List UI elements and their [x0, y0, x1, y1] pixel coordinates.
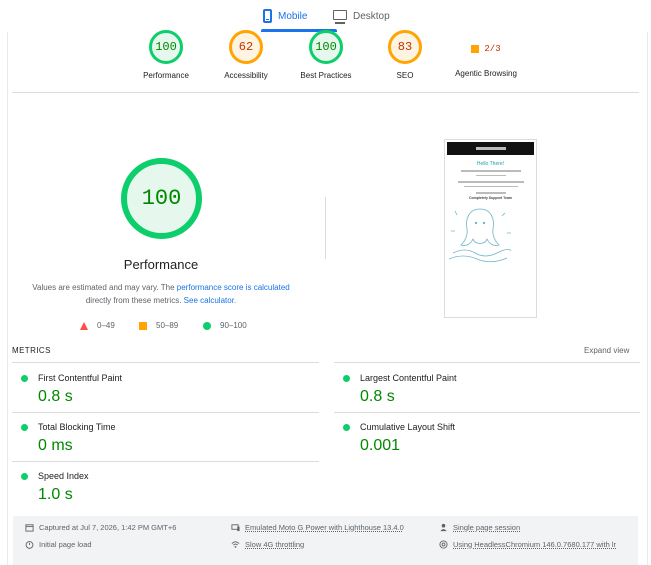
- metric-name: Cumulative Layout Shift: [360, 422, 456, 432]
- performance-description: Values are estimated and may vary. The p…: [28, 281, 294, 307]
- metric-value: 0.001: [360, 437, 401, 454]
- person-icon: [440, 523, 447, 532]
- metric-divider: [12, 362, 319, 363]
- good-circle-icon: [203, 321, 211, 330]
- agentic-score: 2/3: [484, 44, 501, 54]
- emulated-device[interactable]: Emulated Moto G Power with Lighthouse 13…: [231, 523, 404, 532]
- legend-good: 90–100: [203, 321, 247, 330]
- average-square-icon: [471, 45, 480, 53]
- category-agentic-browsing[interactable]: 2/3 Agentic Browsing: [436, 30, 536, 78]
- initial-page-load: Initial page load: [25, 540, 92, 549]
- browser-text: Using HeadlessChromium 146.0.7680.177 wi…: [453, 540, 617, 549]
- desc-middle: directly from these metrics.: [85, 296, 182, 305]
- thumbnail-text-line: [457, 181, 524, 183]
- legend-good-label: 90–100: [220, 321, 247, 330]
- metric-divider: [334, 362, 640, 363]
- device-tabbar: Mobile Desktop: [0, 0, 651, 32]
- desc-prefix: Values are estimated and may vary. The: [32, 283, 175, 292]
- thumbnail-text-line: [475, 174, 506, 176]
- best-practices-gauge: 100: [309, 30, 343, 64]
- thumbnail-logo: [475, 147, 506, 150]
- session-type[interactable]: Single page session: [439, 523, 520, 532]
- good-circle-icon: [21, 424, 28, 431]
- devices-icon: [231, 524, 240, 532]
- metric-name: Speed Index: [38, 471, 89, 481]
- session-text: Single page session: [453, 523, 521, 532]
- tab-mobile[interactable]: Mobile: [261, 0, 337, 32]
- throttling-text: Slow 4G throttling: [245, 540, 305, 549]
- divider: [12, 92, 639, 93]
- page-screenshot-thumbnail[interactable]: Hello There! Completely Support Team: [444, 139, 537, 318]
- calendar-icon: [25, 524, 34, 532]
- vertical-divider: [325, 197, 326, 259]
- seo-gauge: 83: [388, 30, 422, 64]
- phone-icon: [263, 9, 272, 23]
- thumbnail-text-line: [460, 170, 521, 172]
- frame-border-left: [7, 32, 8, 565]
- accessibility-gauge: 62: [229, 30, 263, 64]
- initial-load-text: Initial page load: [39, 540, 92, 549]
- good-circle-icon: [343, 424, 350, 431]
- see-calculator-link[interactable]: See calculator.: [184, 296, 236, 305]
- metric-name: Largest Contentful Paint: [360, 373, 457, 383]
- performance-score-link[interactable]: performance score is calculated: [177, 283, 290, 292]
- desktop-icon: [333, 10, 347, 24]
- agentic-browsing-badge: 2/3: [462, 37, 510, 61]
- metric-value: 0.8 s: [360, 388, 395, 405]
- metric-divider: [334, 412, 640, 413]
- legend-average: 50–89: [139, 321, 178, 330]
- wifi-icon: [231, 541, 240, 548]
- expand-view-toggle[interactable]: Expand view: [584, 346, 629, 355]
- frame-border-right: [647, 32, 648, 565]
- legend-poor-label: 0–49: [97, 321, 115, 330]
- browser-version[interactable]: Using HeadlessChromium 146.0.7680.177 wi…: [439, 540, 616, 549]
- average-square-icon: [139, 321, 147, 330]
- timer-icon: [25, 541, 34, 549]
- captured-at: Captured at Jul 7, 2026, 1:42 PM GMT+6: [25, 523, 176, 532]
- thumbnail-text-line: [475, 192, 506, 194]
- tab-desktop[interactable]: Desktop: [333, 0, 403, 32]
- legend-average-label: 50–89: [156, 321, 179, 330]
- metrics-section-label: METRICS: [12, 346, 51, 355]
- run-info-footer: Captured at Jul 7, 2026, 1:42 PM GMT+6 I…: [13, 516, 638, 565]
- ghost-illustration-icon: [448, 208, 512, 262]
- performance-score-gauge: 100: [121, 158, 202, 239]
- good-circle-icon: [21, 473, 28, 480]
- metric-name: Total Blocking Time: [38, 422, 116, 432]
- thumbnail-text-line: [463, 185, 518, 187]
- thumbnail-header: [447, 142, 534, 155]
- metric-name: First Contentful Paint: [38, 373, 123, 383]
- tab-desktop-label: Desktop: [353, 10, 390, 22]
- category-label: Agentic Browsing: [455, 69, 517, 78]
- tab-mobile-label: Mobile: [278, 10, 308, 22]
- legend-poor: 0–49: [80, 321, 115, 330]
- good-circle-icon: [21, 375, 28, 382]
- chromium-icon: [439, 540, 448, 549]
- captured-text: Captured at Jul 7, 2026, 1:42 PM GMT+6: [39, 523, 177, 532]
- metric-value: 0 ms: [38, 437, 73, 454]
- metric-divider: [12, 412, 319, 413]
- metric-value: 0.8 s: [38, 388, 73, 405]
- thumbnail-team-text: Completely Support Team: [468, 195, 513, 200]
- device-text: Emulated Moto G Power with Lighthouse 13…: [245, 523, 404, 532]
- metric-divider: [12, 461, 319, 462]
- poor-triangle-icon: [80, 321, 88, 330]
- network-throttling[interactable]: Slow 4G throttling: [231, 540, 304, 549]
- thumbnail-hello-text: Hello There!: [476, 161, 505, 167]
- performance-gauge: 100: [149, 30, 183, 64]
- good-circle-icon: [343, 375, 350, 382]
- performance-title: Performance: [123, 257, 199, 272]
- metric-value: 1.0 s: [38, 486, 73, 503]
